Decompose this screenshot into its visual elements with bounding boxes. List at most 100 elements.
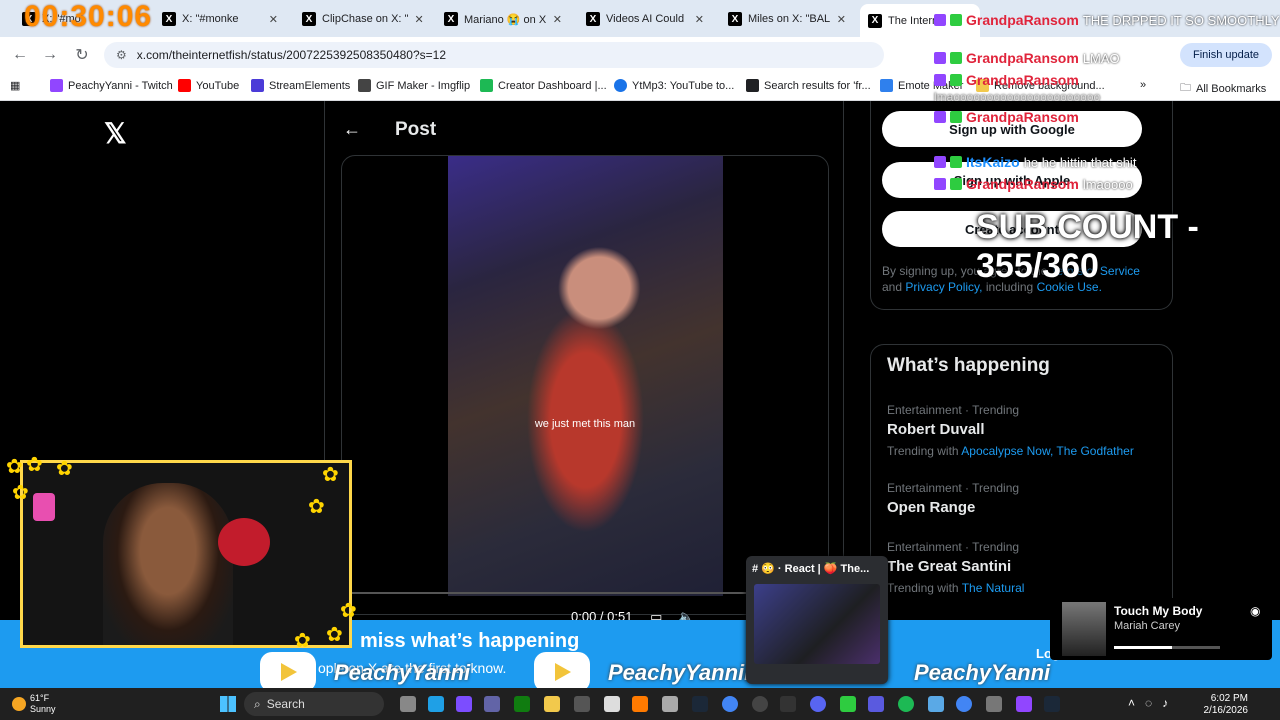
- forward-icon[interactable]: →: [40, 45, 60, 65]
- stream-timer: 00:30:06: [24, 0, 153, 33]
- bookmark-item[interactable]: YtMp3: YouTube to...: [614, 79, 734, 92]
- bookmark-item[interactable]: PeachyYanni - Twitch: [50, 79, 173, 92]
- video-player[interactable]: we just met this man: [341, 155, 829, 615]
- chat-message: GrandpaRansom lmaoooo: [934, 176, 1133, 192]
- flower-decoration: ✿: [294, 630, 311, 652]
- close-icon[interactable]: ✕: [269, 13, 278, 26]
- address-bar[interactable]: ⚙ x.com/theinternetfish/status/200722539…: [104, 42, 884, 68]
- privacy-link[interactable]: Privacy Policy,: [905, 280, 982, 294]
- song-progress: [1114, 646, 1220, 649]
- bookmark-item[interactable]: GIF Maker - Imgflip: [358, 79, 470, 92]
- store-icon[interactable]: [574, 696, 590, 712]
- app-icon[interactable]: [868, 696, 884, 712]
- steam-icon[interactable]: [692, 696, 708, 712]
- x-logo-icon: X: [162, 12, 176, 26]
- flower-decoration: ✿: [6, 456, 23, 478]
- discord-preview[interactable]: # 😳 · React | 🍑 The...: [746, 556, 888, 684]
- windows-start-icon[interactable]: [220, 696, 236, 712]
- song-title: Touch My Body: [1114, 604, 1203, 618]
- all-bookmarks[interactable]: 🗀 All Bookmarks: [1180, 79, 1266, 98]
- app-icon[interactable]: [632, 696, 648, 712]
- site-info-icon[interactable]: ⚙: [116, 48, 127, 62]
- app-icon[interactable]: [780, 696, 796, 712]
- page-title: Post: [395, 119, 437, 140]
- more-bookmarks-icon[interactable]: »: [1140, 79, 1146, 91]
- chrome-icon[interactable]: [956, 696, 972, 712]
- bookmark-item[interactable]: Search results for 'fr...: [746, 79, 871, 92]
- lantern-decoration: [33, 493, 55, 521]
- chevron-up-icon[interactable]: ˄: [1128, 696, 1135, 710]
- close-icon[interactable]: ✕: [553, 13, 562, 26]
- x-logo-icon: X: [728, 12, 742, 26]
- bookmark-item[interactable]: StreamElements: [251, 79, 350, 92]
- trend-item[interactable]: Entertainment · Trending The Great Santi…: [887, 540, 1167, 595]
- chat-message: GrandpaRansom: [934, 72, 1079, 88]
- network-icon[interactable]: ◌: [1145, 696, 1152, 710]
- chat-message: ItsKaizo he he hittin that shit: [934, 154, 1136, 170]
- dashboard-icon: [480, 79, 493, 92]
- copilot-icon[interactable]: [456, 696, 472, 712]
- x-logo-icon[interactable]: 𝕏: [104, 117, 127, 150]
- chat-message: GrandpaRansom LMAO: [934, 50, 1120, 66]
- close-icon[interactable]: ✕: [414, 13, 423, 26]
- sub-count: SUB COUNT - 355/360: [976, 208, 1199, 285]
- back-icon[interactable]: ←: [10, 45, 30, 65]
- weather-widget[interactable]: 61°F Sunny: [12, 693, 56, 715]
- streamelements-icon: [251, 79, 264, 92]
- youtube-play-icon: [534, 652, 590, 692]
- close-icon[interactable]: ✕: [695, 13, 704, 26]
- youtube-icon: [178, 79, 191, 92]
- reload-icon[interactable]: ↻: [72, 45, 92, 65]
- now-playing-widget: Touch My Body Mariah Carey ◉: [1050, 598, 1272, 660]
- trend-item[interactable]: Entertainment · Trending Open Range: [887, 481, 1167, 516]
- finish-update-button[interactable]: Finish update: [1180, 43, 1272, 67]
- apps-icon[interactable]: ▦: [10, 79, 20, 92]
- twitch-icon: [50, 79, 63, 92]
- steam-icon[interactable]: [1044, 696, 1060, 712]
- trend-item[interactable]: Entertainment · Trending Robert Duvall T…: [887, 403, 1167, 458]
- banner-title: miss what’s happening: [360, 630, 580, 652]
- section-title: What’s happening: [887, 355, 1050, 376]
- edge-icon[interactable]: [428, 696, 444, 712]
- teams-icon[interactable]: [484, 696, 500, 712]
- flower-decoration: ✿: [12, 482, 29, 504]
- obs-icon[interactable]: [752, 696, 768, 712]
- song-progress-fill: [1114, 646, 1173, 649]
- browser-tab[interactable]: X Miles on X: "BAL ✕: [720, 6, 854, 32]
- spotify-icon: ◉: [1250, 604, 1261, 618]
- system-tray: ˄ ◌ ♪: [1128, 696, 1168, 710]
- chrome-icon[interactable]: [722, 696, 738, 712]
- spotify-icon[interactable]: [898, 696, 914, 712]
- back-arrow-icon[interactable]: ←: [343, 119, 361, 140]
- page-icon: [746, 79, 759, 92]
- taskbar-search[interactable]: ⌕ Search: [244, 692, 384, 716]
- bookmark-item[interactable]: Creator Dashboard |...: [480, 79, 607, 92]
- bookmark-item[interactable]: YouTube: [178, 79, 239, 92]
- app-icon[interactable]: [1016, 696, 1032, 712]
- flower-decoration: ✿: [308, 496, 325, 518]
- calculator-icon[interactable]: [928, 696, 944, 712]
- xbox-icon[interactable]: [514, 696, 530, 712]
- task-view-icon[interactable]: [400, 696, 416, 712]
- notepad-icon[interactable]: [604, 696, 620, 712]
- microphone-icon[interactable]: ♪: [1162, 696, 1168, 710]
- app-icon[interactable]: [840, 696, 856, 712]
- chat-message: lmaoooooooooooooooooooooo: [934, 90, 1101, 104]
- clock[interactable]: 6:02 PM 2/16/2026: [1198, 693, 1249, 717]
- settings-icon[interactable]: [986, 696, 1002, 712]
- discord-icon[interactable]: [810, 696, 826, 712]
- browser-tab[interactable]: X Mariano 😭 on X ✕: [436, 6, 570, 32]
- video-content: [448, 156, 723, 596]
- browser-tab[interactable]: X X: "#monke ✕: [154, 6, 286, 32]
- browser-tab[interactable]: X Videos AI Could ✕: [578, 6, 712, 32]
- flower-decoration: ✿: [340, 600, 357, 622]
- imgflip-icon: [358, 79, 371, 92]
- file-explorer-icon[interactable]: [544, 696, 560, 712]
- app-icon[interactable]: [662, 696, 678, 712]
- url-text: x.com/theinternetfish/status/20072253925…: [136, 48, 446, 62]
- folder-icon: 🗀: [1180, 82, 1191, 94]
- taskbar: 61°F Sunny ⌕ Search ˄ ◌ ♪ 6:02 PM 2/16/2026: [0, 688, 1280, 720]
- close-icon[interactable]: ✕: [837, 13, 846, 26]
- chat-message: GrandpaRansom: [934, 109, 1079, 125]
- browser-tab[interactable]: X ClipChase on X: " ✕: [294, 6, 428, 32]
